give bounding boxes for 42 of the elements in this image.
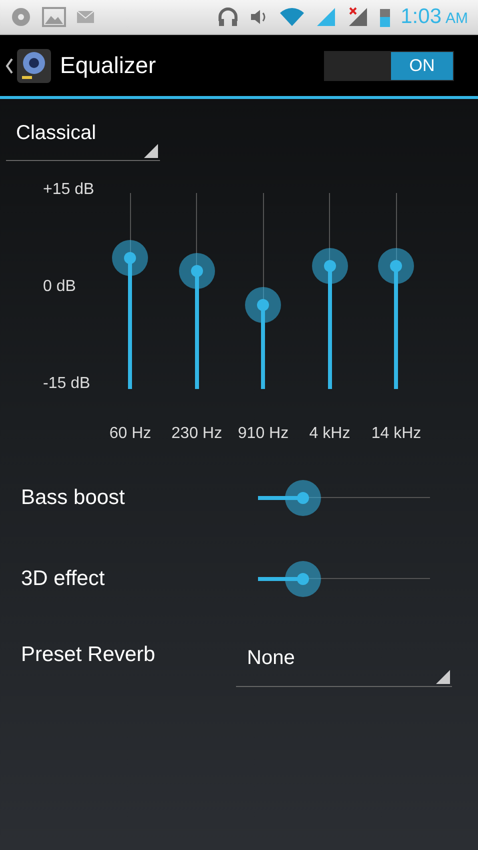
slider-thumb[interactable] [245,286,282,323]
toggle-switch[interactable]: ON [324,50,454,80]
effect-slider[interactable] [258,560,430,596]
slider-thumb[interactable] [312,248,348,284]
slider-thumb[interactable] [284,560,321,596]
band-slider[interactable] [245,193,282,389]
screen-title: Equalizer [60,52,156,79]
speaker-app-icon[interactable] [16,48,52,84]
back-icon [4,56,14,76]
clock-time: 1:03 [400,5,442,28]
dropdown-corner-icon [144,144,158,158]
battery-icon [378,6,391,28]
reverb-label: Preset Reverb [21,643,156,667]
scale-label: +15 dB [43,181,94,199]
slider-thumb[interactable] [284,480,321,516]
frequency-label: 4 kHz [309,425,350,443]
frequency-label: 60 Hz [109,425,152,443]
frequency-label: 230 Hz [171,425,222,443]
disc-icon [10,6,32,28]
band-slider[interactable] [112,193,148,389]
reverb-dropdown[interactable]: None [236,631,452,687]
band-slider[interactable] [178,193,215,389]
band-slider[interactable] [378,193,414,389]
frequency-label: 910 Hz [238,425,289,443]
effect-label: 3D effect [21,566,106,590]
frequency-label: 14 kHz [371,425,422,443]
no-signal-icon [346,6,369,28]
headphones-icon [216,6,239,28]
preset-dropdown[interactable]: Classical [6,107,160,161]
scale-label: 0 dB [43,278,76,296]
scale-label: -15 dB [43,375,90,393]
effect-label: Bass boost [21,486,126,510]
effect-slider[interactable] [258,480,430,516]
slider-thumb[interactable] [178,253,215,290]
wifi-icon [278,6,305,28]
band-slider[interactable] [312,193,348,389]
clock-period: AM [446,10,468,27]
signal-icon [314,6,337,28]
image-icon [42,6,66,28]
slider-thumb[interactable] [112,240,148,276]
slider-thumb[interactable] [378,248,414,284]
dropdown-corner-icon [436,670,450,684]
